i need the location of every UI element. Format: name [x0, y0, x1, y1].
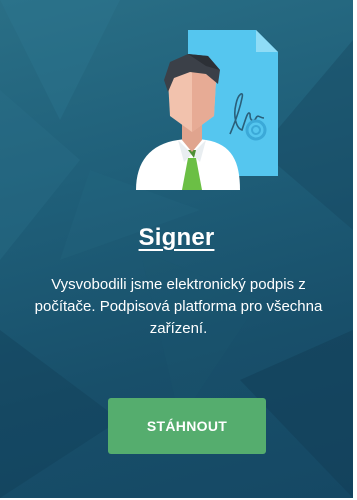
signer-user-with-signed-document-icon	[136, 30, 278, 190]
app-title[interactable]: Signer	[0, 224, 353, 252]
app-description: Vysvobodili jsme elektronický podpis z p…	[34, 276, 323, 337]
signer-card: Signer Vysvobodili jsme elektronický pod…	[0, 0, 357, 498]
download-button[interactable]: STÁHNOUT	[108, 398, 266, 454]
